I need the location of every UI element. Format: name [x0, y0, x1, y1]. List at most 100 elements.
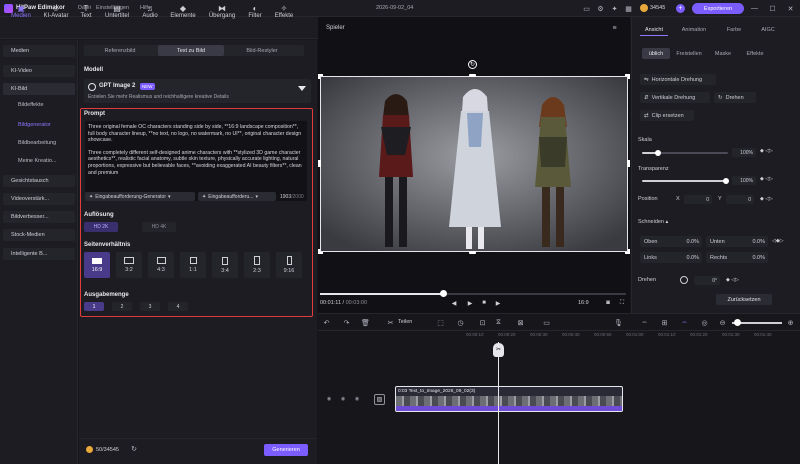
stop-icon[interactable]: ■: [480, 299, 488, 307]
prompt-helper-select[interactable]: ✦ Eingabeaufforderu... ▾: [198, 192, 276, 201]
opacity-value[interactable]: 100%: [732, 176, 756, 185]
tool-effekte[interactable]: ✧ Effekte: [270, 0, 298, 22]
more-tools-icon[interactable]: ▭: [542, 318, 551, 327]
scale-value[interactable]: 100%: [732, 148, 756, 157]
ratio-4-3[interactable]: 4:3: [148, 252, 174, 278]
play-icon[interactable]: ▶: [466, 299, 474, 307]
rotate-dial-icon[interactable]: [680, 276, 688, 284]
maximize-icon[interactable]: ☐: [768, 4, 777, 13]
zoom-in-icon[interactable]: ⊕: [786, 318, 795, 327]
settings-icon[interactable]: ⚙: [596, 4, 605, 13]
tool-filter[interactable]: ◐ Filter: [244, 0, 266, 22]
freeze-icon[interactable]: ⊡: [478, 318, 487, 327]
resize-handle-bottom[interactable]: [469, 251, 476, 254]
crop-bottom-field[interactable]: Unten 0.0%: [706, 236, 768, 247]
crop-stepper-icon[interactable]: ◁◆▷: [772, 238, 784, 244]
replace-clip-button[interactable]: ⇄ Clip ersetzen: [640, 110, 694, 121]
detach-icon[interactable]: ⊠: [516, 318, 525, 327]
sidebar-sub-bildbearbeitung[interactable]: Bildbearbeitung: [18, 140, 56, 146]
magnet-icon[interactable]: ⇔: [680, 318, 689, 327]
resolution-hd4k[interactable]: HD 4K: [142, 222, 176, 232]
flip-vertical-button[interactable]: ⇵ Vertikale Drehung: [640, 92, 710, 103]
track-mute-icon[interactable]: ◉: [354, 396, 360, 402]
pos-x-input[interactable]: 0: [684, 195, 712, 204]
monitor-icon[interactable]: ▭: [582, 4, 591, 13]
link-icon[interactable]: ⇔: [640, 318, 649, 327]
tab-aigc[interactable]: AIGC: [754, 24, 782, 36]
crop-tool-icon[interactable]: ⬚: [436, 318, 445, 327]
crop-left-field[interactable]: Links 0.0%: [640, 252, 702, 263]
tool-audio[interactable]: ♫ Audio: [138, 0, 162, 22]
scale-slider-knob[interactable]: [655, 150, 661, 156]
opacity-stepper-icon[interactable]: ◆ ◁▷: [760, 176, 773, 182]
resize-handle-left[interactable]: [318, 160, 321, 167]
model-dropdown-icon[interactable]: [298, 86, 306, 91]
sidebar-sub-bildgenerator[interactable]: Bildgenerator: [18, 122, 51, 128]
tool-text[interactable]: T Text: [76, 0, 96, 22]
subtab-effekte[interactable]: Effekte: [740, 48, 770, 59]
delete-icon[interactable]: 🗑: [361, 318, 370, 327]
mic-icon[interactable]: 🎙: [614, 318, 623, 327]
rotate-button[interactable]: ↻ Drehen: [714, 92, 756, 103]
tab-text-zu-bild[interactable]: Text zu Bild: [158, 45, 224, 56]
snap-icon[interactable]: ⊞: [660, 318, 669, 327]
prompt-textarea[interactable]: Three original female OC characters stan…: [85, 121, 307, 201]
redo-icon[interactable]: ↷: [342, 318, 351, 327]
next-frame-icon[interactable]: ▶: [494, 299, 502, 307]
rotate-handle-icon[interactable]: ↻: [468, 60, 477, 69]
fullscreen-icon[interactable]: ⛶: [618, 299, 626, 307]
cover-icon[interactable]: ▧: [374, 394, 385, 405]
sidebar-sub-bildeffekte[interactable]: Bildeffekte: [18, 102, 44, 108]
close-icon[interactable]: ✕: [786, 4, 795, 13]
preview-canvas[interactable]: [320, 76, 628, 252]
count-4[interactable]: 4: [168, 302, 188, 311]
tab-referenzbild[interactable]: Referenzbild: [84, 45, 156, 56]
position-stepper-icon[interactable]: ◆ ◁▷: [760, 196, 773, 202]
resize-handle-right[interactable]: [627, 160, 630, 167]
count-3[interactable]: 3: [140, 302, 160, 311]
count-2[interactable]: 2: [112, 302, 132, 311]
playback-progress-knob[interactable]: [440, 290, 447, 297]
subtab-maske[interactable]: Maske: [708, 48, 738, 59]
prev-frame-icon[interactable]: ◀: [450, 299, 458, 307]
ratio-16-9[interactable]: 16:9: [84, 252, 110, 278]
tool-elemente[interactable]: ◆ Elemente: [166, 0, 200, 22]
split-label[interactable]: Teilen: [398, 319, 412, 325]
subtab-ueblich[interactable]: üblich: [642, 48, 670, 59]
refresh-icon[interactable]: ↻: [130, 445, 138, 453]
resize-handle-corner-bl[interactable]: [318, 249, 323, 254]
flip-horizontal-button[interactable]: ⇋ Horizontale Drehung: [640, 74, 716, 85]
player-aspect-ratio[interactable]: 16:9: [578, 300, 589, 306]
tab-animation[interactable]: Animation: [676, 24, 712, 36]
subtab-freistellen[interactable]: Freistellen: [672, 48, 706, 59]
resize-handle-corner-tl[interactable]: [318, 74, 323, 79]
sidebar-item-videoverstaerker[interactable]: Videoverstärk...: [3, 193, 75, 205]
pos-y-input[interactable]: 0: [726, 195, 754, 204]
timeline-ruler[interactable]: 00:00:10 00:00:20 00:00:30 00:00:40 00:0…: [370, 331, 800, 341]
sidebar-item-bildverbesserer[interactable]: Bildverbesser...: [3, 211, 75, 223]
reset-button[interactable]: Zurücksetzen: [716, 294, 772, 305]
add-credits-button[interactable]: +: [676, 4, 685, 13]
sidebar-item-ki-video[interactable]: KI-Video: [3, 65, 75, 77]
snapshot-icon[interactable]: ◙: [604, 299, 612, 307]
zoom-out-icon[interactable]: ⊖: [718, 318, 727, 327]
sidebar-sub-meine-kreationen[interactable]: Meine Kreatio...: [18, 158, 57, 164]
tab-bild-restyler[interactable]: Bild-Restyler: [226, 45, 298, 56]
resize-handle-corner-br[interactable]: [625, 249, 630, 254]
tool-ki-avatar[interactable]: ☺ KI-Avatar: [40, 0, 72, 22]
resize-handle-top[interactable]: [469, 74, 476, 77]
track-lock-icon[interactable]: ◉: [340, 396, 346, 402]
sidebar-item-gesichtstausch[interactable]: Gesichtstausch: [3, 175, 75, 187]
ratio-2-3[interactable]: 2:3: [244, 252, 270, 278]
rotate-value[interactable]: 0°: [694, 276, 720, 285]
menu-icon[interactable]: ≡: [610, 24, 619, 33]
export-button[interactable]: Exportieren: [692, 3, 744, 14]
speed-icon[interactable]: ◷: [456, 318, 465, 327]
track-eye-icon[interactable]: ◉: [326, 396, 332, 402]
sidebar-item-medien[interactable]: Medien: [3, 45, 75, 57]
tool-medien[interactable]: ▣ Medien: [6, 0, 36, 22]
tab-farbe[interactable]: Farbe: [720, 24, 748, 36]
ratio-3-4[interactable]: 3:4: [212, 252, 238, 278]
tab-ansicht[interactable]: Ansicht: [640, 24, 668, 36]
tool-untertitel[interactable]: ▤ Untertitel: [100, 0, 134, 22]
